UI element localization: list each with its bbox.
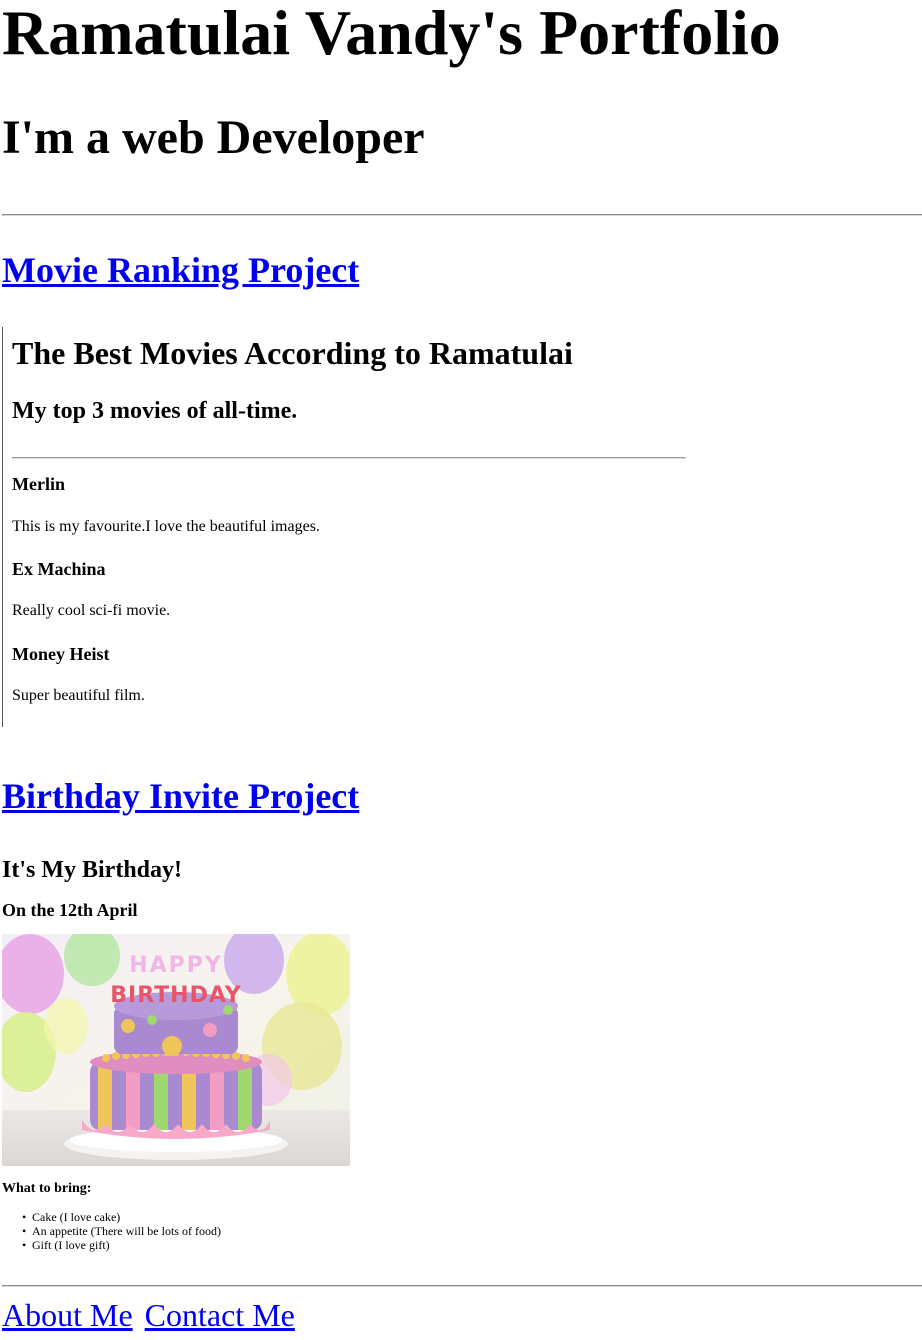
list-item: An appetite (There will be lots of food) [22, 1224, 221, 1238]
contact-me-link[interactable]: Contact Me [145, 1297, 295, 1333]
footer-nav: About Me Contact Me [2, 1296, 299, 1334]
birthday-date: On the 12th April [2, 900, 138, 920]
movie-description: This is my favourite.I love the beautifu… [12, 518, 320, 535]
header-divider [2, 214, 922, 216]
list-item: Cake (I love cake) [22, 1210, 221, 1224]
list-item: Gift (I love gift) [22, 1238, 221, 1252]
birthday-cake-image: HAPPY BIRTHDAY [2, 934, 350, 1166]
bring-list: Cake (I love cake) An appetite (There wi… [22, 1210, 221, 1252]
movie-frame-divider [12, 457, 686, 459]
movie-description: Super beautiful film. [12, 687, 145, 704]
movie-project-heading: Movie Ranking Project [2, 250, 359, 290]
movie-frame-subtitle: My top 3 movies of all-time. [12, 398, 298, 424]
birthday-project-heading: Birthday Invite Project [2, 776, 359, 816]
movie-title: Merlin [12, 474, 65, 494]
what-to-bring-label: What to bring: [2, 1181, 92, 1196]
page-subtitle: I'm a web Developer [2, 111, 425, 164]
movie-project-link[interactable]: Movie Ranking Project [2, 250, 359, 290]
about-me-link[interactable]: About Me [2, 1297, 133, 1333]
movie-description: Really cool sci-fi movie. [12, 602, 171, 619]
cake-text-happy: HAPPY [129, 953, 223, 978]
movie-frame-title: The Best Movies According to Ramatulai [12, 335, 573, 371]
movie-title: Ex Machina [12, 559, 106, 579]
cake-text-birthday: BIRTHDAY [110, 983, 242, 1008]
birthday-title: It's My Birthday! [2, 857, 182, 883]
birthday-project-link[interactable]: Birthday Invite Project [2, 776, 359, 816]
portfolio-page: Ramatulai Vandy's Portfolio I'm a web De… [0, 0, 922, 1340]
movie-project-iframe[interactable]: The Best Movies According to Ramatulai M… [2, 327, 703, 727]
movie-title: Money Heist [12, 644, 110, 664]
footer-divider [2, 1285, 922, 1287]
page-title: Ramatulai Vandy's Portfolio [2, 0, 781, 68]
